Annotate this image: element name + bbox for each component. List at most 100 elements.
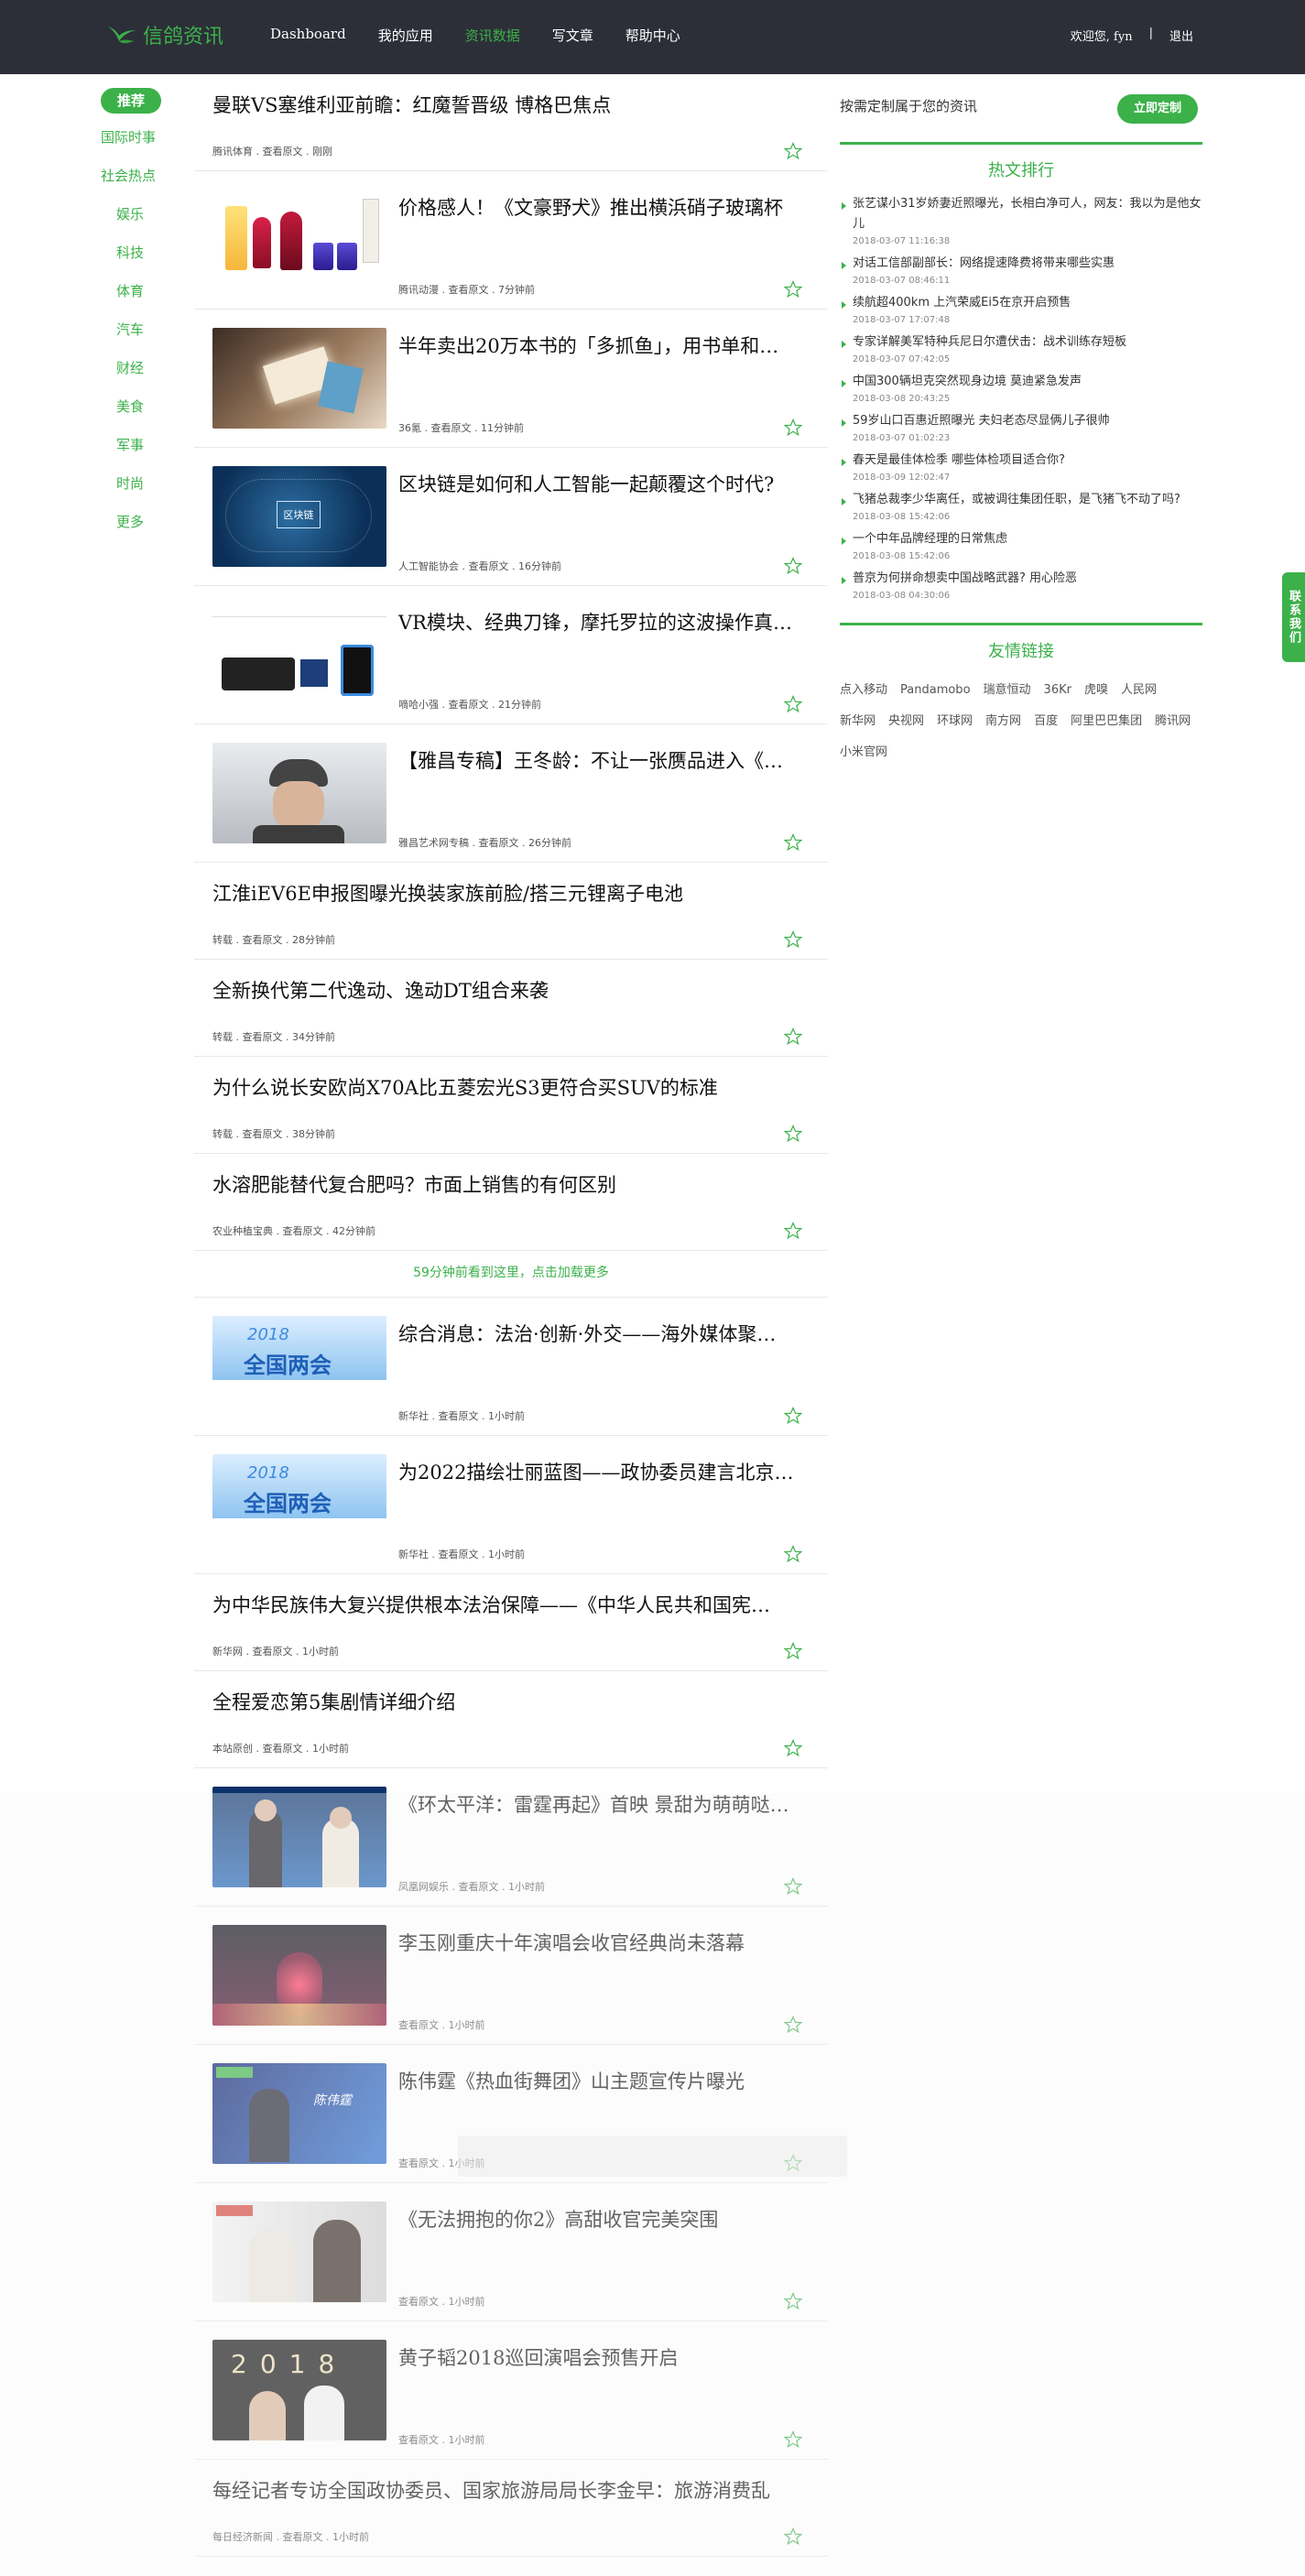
friend-link[interactable]: 36Kr: [1044, 680, 1071, 701]
news-thumbnail[interactable]: 2018 全国两会: [212, 1316, 386, 1417]
sidebar-item-10[interactable]: 时尚: [101, 473, 183, 493]
news-thumbnail[interactable]: 2018 全国两会: [212, 1454, 386, 1555]
news-card[interactable]: 区块链 区块链是如何和人工智能一起颠覆这个时代? 人工智能协会 . 查看原文 . 1…: [194, 448, 828, 586]
news-card[interactable]: 《无法拥抱的你2》高甜收官完美突围 查看原文 . 1小时前: [194, 2183, 828, 2321]
news-title[interactable]: 江淮iEV6E申报图曝光换装家族前脸/搭三元锂离子电池: [212, 879, 799, 907]
news-card[interactable]: 为中华民族伟大复兴提供根本法治保障——《中华人民共和国宪… 新华网 . 查看原文 …: [194, 1574, 828, 1671]
news-title[interactable]: 价格感人！《文豪野犬》推出横浜硝子玻璃杯: [398, 193, 810, 221]
news-card[interactable]: 每经记者专访全国政协委员、国家旅游局局长李金早：旅游消费乱 每日经济新闻 . 查看…: [194, 2460, 828, 2557]
news-card[interactable]: 2018 全国两会 为2022描绘壮丽蓝图——政协委员建言北京… 新华社 . 查看原文…: [194, 1436, 828, 1574]
load-more-button[interactable]: 59分钟前看到这里，点击加载更多: [194, 1251, 828, 1298]
news-card[interactable]: 江淮iEV6E申报图曝光换装家族前脸/搭三元锂离子电池 转载 . 查看原文 . 2…: [194, 863, 828, 960]
hot-item-title[interactable]: 续航超400km 上汽荣威Ei5在京开启预售: [853, 293, 1202, 313]
hot-item-title[interactable]: 一个中年品牌经理的日常焦虑: [853, 529, 1202, 549]
news-title[interactable]: 综合消息：法治·创新·外交——海外媒体聚…: [398, 1320, 810, 1347]
news-title[interactable]: 为什么说长安欧尚X70A比五菱宏光S3更符合买SUV的标准: [212, 1073, 799, 1101]
sidebar-item-2[interactable]: 社会热点: [101, 166, 183, 185]
friend-link[interactable]: 环球网: [937, 712, 973, 732]
friend-link[interactable]: 人民网: [1121, 680, 1157, 701]
friend-link[interactable]: 阿里巴巴集团: [1071, 712, 1142, 732]
sidebar-item-4[interactable]: 科技: [101, 243, 183, 262]
hot-list-item[interactable]: 续航超400km 上汽荣威Ei5在京开启预售 2018-03-07 17:07:4…: [840, 293, 1202, 325]
news-card[interactable]: 半年卖出20万本书的「多抓鱼」，用书单和… 36氪 . 查看原文 . 11分钟前: [194, 310, 828, 448]
news-thumbnail[interactable]: [212, 2201, 386, 2302]
news-title[interactable]: 陈伟霆《热血街舞团》山主题宣传片曝光: [398, 2067, 810, 2094]
news-title[interactable]: 《环太平洋：雷霆再起》首映 景甜为萌萌哒…: [398, 1790, 810, 1818]
hot-list-item[interactable]: 对话工信部副部长：网络提速降费将带来哪些实惠 2018-03-07 08:46:1…: [840, 254, 1202, 286]
hot-list-item[interactable]: 飞猪总裁李少华离任，或被调往集团任职，是飞猪飞不动了吗? 2018-03-08 1…: [840, 490, 1202, 522]
friend-link[interactable]: 小米官网: [840, 743, 887, 763]
hot-list-item[interactable]: 59岁山口百惠近照曝光 夫妇老态尽显俩儿子很帅 2018-03-07 01:02:…: [840, 411, 1202, 443]
hot-item-title[interactable]: 59岁山口百惠近照曝光 夫妇老态尽显俩儿子很帅: [853, 411, 1202, 431]
news-title[interactable]: 区块链是如何和人工智能一起颠覆这个时代?: [398, 470, 810, 497]
nav-item-0[interactable]: Dashboard: [270, 26, 346, 45]
news-card[interactable]: 水溶肥能替代复合肥吗？市面上销售的有何区别 农业种植宝典 . 查看原文 . 42分…: [194, 1154, 828, 1251]
news-card[interactable]: 全程爱恋第5集剧情详细介绍 本站原创 . 查看原文 . 1小时前: [194, 1671, 828, 1768]
news-thumbnail[interactable]: 陈伟霆: [212, 2063, 386, 2164]
hot-list-item[interactable]: 中国300辆坦克突然现身边境 莫迪紧急发声 2018-03-08 20:43:25: [840, 372, 1202, 404]
friend-link[interactable]: Pandamobo: [900, 680, 971, 701]
news-card[interactable]: 价格感人！《文豪野犬》推出横浜硝子玻璃杯 腾讯动漫 . 查看原文 . 7分钟前: [194, 171, 828, 310]
sidebar-item-11[interactable]: 更多: [101, 512, 183, 531]
hot-item-title[interactable]: 春天是最佳体检季 哪些体检项目适合你?: [853, 451, 1202, 471]
news-card[interactable]: 曼联VS塞维利亚前瞻：红魔誓晋级 博格巴焦点 腾讯体育 . 查看原文 . 刚刚: [194, 74, 828, 171]
news-card[interactable]: 李玉刚重庆十年演唱会收官经典尚未落幕 查看原文 . 1小时前: [194, 1907, 828, 2045]
sidebar-item-9[interactable]: 军事: [101, 435, 183, 454]
news-title[interactable]: 每经记者专访全国政协委员、国家旅游局局长李金早：旅游消费乱: [212, 2476, 799, 2504]
news-title[interactable]: 全新换代第二代逸动、逸动DT组合来袭: [212, 976, 799, 1004]
hot-list-item[interactable]: 普京为何拼命想卖中国战略武器? 用心险恶 2018-03-08 04:30:06: [840, 569, 1202, 601]
hot-list-item[interactable]: 一个中年品牌经理的日常焦虑 2018-03-08 15:42:06: [840, 529, 1202, 561]
news-title[interactable]: 水溶肥能替代复合肥吗？市面上销售的有何区别: [212, 1170, 799, 1198]
friend-link[interactable]: 虎嗅: [1084, 680, 1108, 701]
customize-button[interactable]: 立即定制: [1117, 94, 1198, 124]
nav-item-3[interactable]: 写文章: [552, 26, 593, 45]
hot-item-title[interactable]: 飞猪总裁李少华离任，或被调往集团任职，是飞猪飞不动了吗?: [853, 490, 1202, 510]
news-thumbnail[interactable]: [212, 743, 386, 843]
sidebar-item-6[interactable]: 汽车: [101, 320, 183, 339]
news-thumbnail[interactable]: [212, 604, 386, 705]
sidebar-item-5[interactable]: 体育: [101, 281, 183, 300]
news-title[interactable]: 为中华民族伟大复兴提供根本法治保障——《中华人民共和国宪…: [212, 1591, 799, 1618]
friend-link[interactable]: 百度: [1034, 712, 1058, 732]
hot-item-title[interactable]: 专家详解美军特种兵尼日尔遭伏击：战术训练存短板: [853, 332, 1202, 353]
hot-list-item[interactable]: 专家详解美军特种兵尼日尔遭伏击：战术训练存短板 2018-03-07 07:42:…: [840, 332, 1202, 364]
sidebar-item-0[interactable]: 推荐: [101, 88, 161, 114]
news-title[interactable]: 曼联VS塞维利亚前瞻：红魔誓晋级 博格巴焦点: [212, 91, 799, 118]
logout-link[interactable]: 退出: [1169, 27, 1193, 44]
friend-link[interactable]: 新华网: [840, 712, 875, 732]
hot-list-item[interactable]: 张艺谋小31岁娇妻近照曝光，长相白净可人，网友：我以为是他女儿 2018-03-0…: [840, 194, 1202, 246]
news-card[interactable]: 全新换代第二代逸动、逸动DT组合来袭 转载 . 查看原文 . 34分钟前: [194, 960, 828, 1057]
news-thumbnail[interactable]: [212, 1925, 386, 2026]
news-title[interactable]: 【雅昌专稿】王冬龄：不让一张赝品进入《…: [398, 746, 810, 774]
friend-link[interactable]: 央视网: [888, 712, 924, 732]
hot-item-title[interactable]: 普京为何拼命想卖中国战略武器? 用心险恶: [853, 569, 1202, 589]
news-title[interactable]: VR模块、经典刀锋，摩托罗拉的这波操作真…: [398, 608, 810, 636]
hot-item-title[interactable]: 张艺谋小31岁娇妻近照曝光，长相白净可人，网友：我以为是他女儿: [853, 194, 1202, 234]
nav-item-1[interactable]: 我的应用: [378, 26, 433, 45]
news-title[interactable]: 《无法拥抱的你2》高甜收官完美突围: [398, 2205, 810, 2233]
sidebar-item-8[interactable]: 美食: [101, 397, 183, 416]
friend-link[interactable]: 腾讯网: [1155, 712, 1191, 732]
hot-list-item[interactable]: 春天是最佳体检季 哪些体检项目适合你? 2018-03-09 12:02:47: [840, 451, 1202, 483]
news-title[interactable]: 半年卖出20万本书的「多抓鱼」，用书单和…: [398, 332, 810, 359]
friend-link[interactable]: 点入移动: [840, 680, 887, 701]
nav-item-2[interactable]: 资讯数据: [465, 26, 520, 45]
news-card[interactable]: VR模块、经典刀锋，摩托罗拉的这波操作真… 嘀哈小强 . 查看原文 . 21分钟前: [194, 586, 828, 724]
hot-item-title[interactable]: 对话工信部副部长：网络提速降费将带来哪些实惠: [853, 254, 1202, 274]
news-thumbnail[interactable]: [212, 190, 386, 290]
news-card[interactable]: 【雅昌专稿】王冬龄：不让一张赝品进入《… 雅昌艺术网专稿 . 查看原文 . 26分…: [194, 724, 828, 863]
news-card[interactable]: 2018 黄子韬2018巡回演唱会预售开启 查看原文 . 1小时前: [194, 2321, 828, 2460]
news-thumbnail[interactable]: [212, 328, 386, 429]
news-thumbnail[interactable]: 2018: [212, 2340, 386, 2440]
sidebar-item-3[interactable]: 娱乐: [101, 204, 183, 223]
news-thumbnail[interactable]: [212, 1787, 386, 1887]
news-card[interactable]: 2018 全国两会 综合消息：法治·创新·外交——海外媒体聚… 新华社 . 查看原文 …: [194, 1298, 828, 1436]
nav-item-4[interactable]: 帮助中心: [625, 26, 680, 45]
brand-logo[interactable]: 信鸽资讯: [106, 20, 223, 49]
news-title[interactable]: 李玉刚重庆十年演唱会收官经典尚未落幕: [398, 1929, 810, 1956]
news-title[interactable]: 全程爱恋第5集剧情详细介绍: [212, 1688, 799, 1715]
news-card[interactable]: 为什么说长安欧尚X70A比五菱宏光S3更符合买SUV的标准 转载 . 查看原文 .…: [194, 1057, 828, 1154]
news-title[interactable]: 为2022描绘壮丽蓝图——政协委员建言北京…: [398, 1458, 810, 1485]
news-card[interactable]: 《环太平洋：雷霆再起》首映 景甜为萌萌哒… 凤凰网娱乐 . 查看原文 . 1小时前: [194, 1768, 828, 1907]
friend-link[interactable]: 瑞意恒动: [984, 680, 1031, 701]
